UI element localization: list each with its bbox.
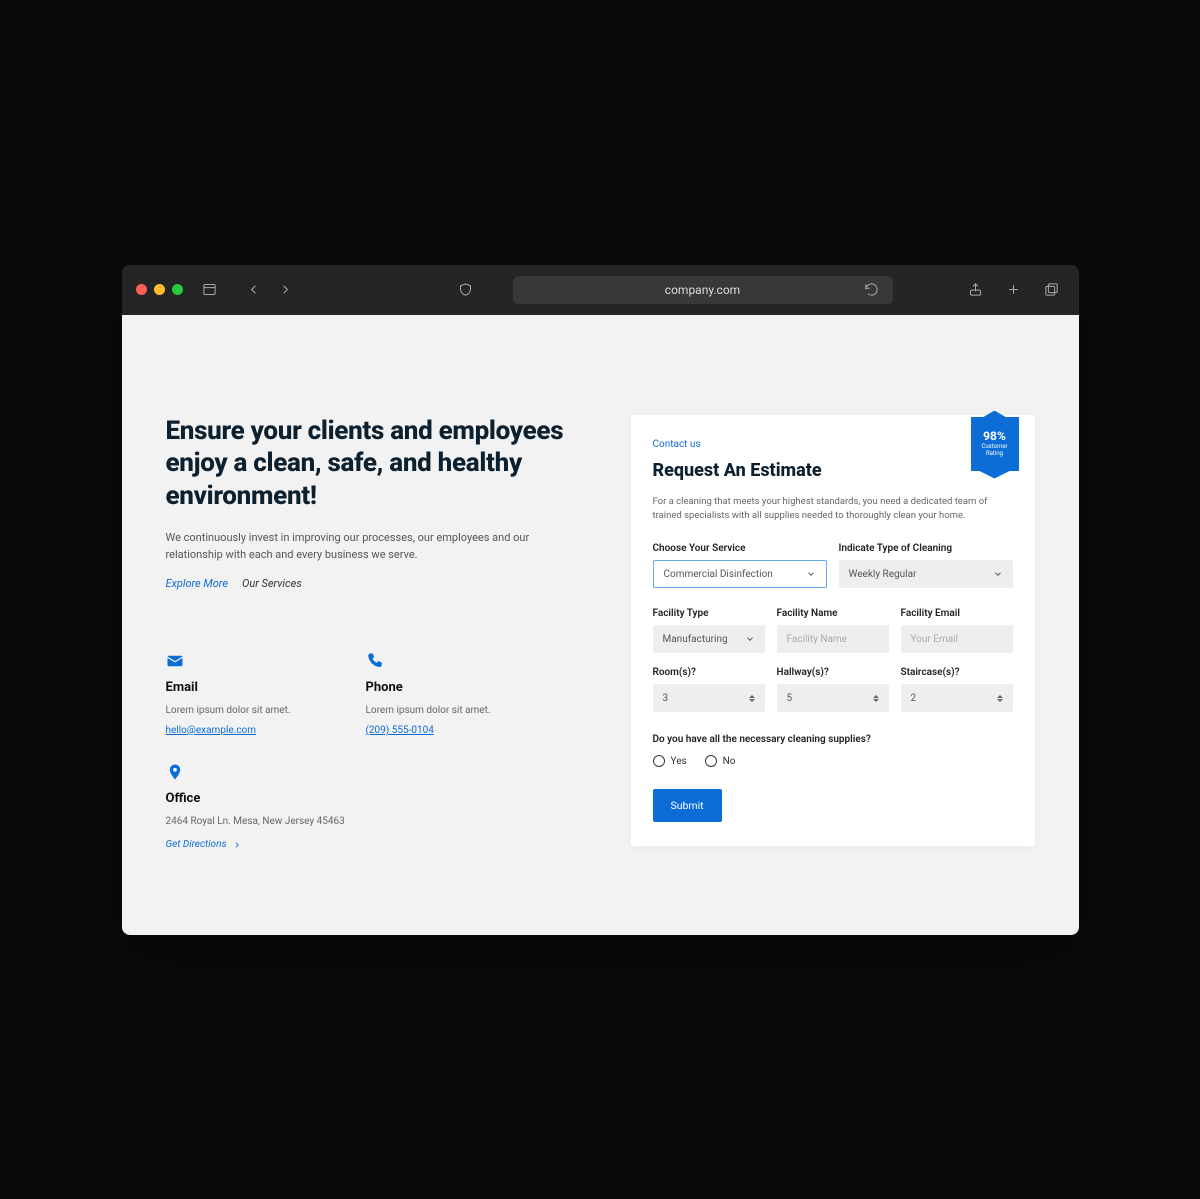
browser-window: company.com Ensure your clients and empl… bbox=[122, 265, 1079, 935]
forward-button[interactable] bbox=[273, 277, 299, 303]
rooms-label: Room(s)? bbox=[653, 667, 765, 678]
explore-more-link[interactable]: Explore More bbox=[166, 577, 228, 590]
service-label: Choose Your Service bbox=[653, 543, 827, 554]
service-select-value: Commercial Disinfection bbox=[664, 569, 773, 580]
facility-email-placeholder: Your Email bbox=[911, 634, 959, 645]
submit-button[interactable]: Submit bbox=[653, 789, 722, 822]
shield-icon[interactable] bbox=[453, 277, 479, 303]
page-viewport: Ensure your clients and employees enjoy … bbox=[122, 315, 1079, 935]
yes-label: Yes bbox=[671, 756, 687, 767]
hallways-stepper[interactable]: 5 bbox=[777, 684, 889, 712]
our-services-link[interactable]: Our Services bbox=[242, 577, 302, 590]
contact-email-desc: Lorem ipsum dolor sit amet. bbox=[166, 703, 346, 718]
facility-name-label: Facility Name bbox=[777, 608, 889, 619]
staircases-label: Staircase(s)? bbox=[901, 667, 1013, 678]
radio-ring-icon bbox=[653, 755, 665, 767]
facility-type-select[interactable]: Manufacturing bbox=[653, 625, 765, 653]
url-text: company.com bbox=[665, 283, 740, 297]
stepper-controls[interactable] bbox=[749, 695, 755, 702]
contact-office-title: Office bbox=[166, 791, 366, 806]
stepper-controls[interactable] bbox=[997, 695, 1003, 702]
form-description: For a cleaning that meets your highest s… bbox=[653, 495, 1013, 524]
no-label: No bbox=[723, 756, 736, 767]
supplies-no-radio[interactable]: No bbox=[705, 755, 736, 767]
contact-phone-desc: Lorem ipsum dolor sit amet. bbox=[366, 703, 546, 718]
cleaning-type-select[interactable]: Weekly Regular bbox=[839, 560, 1013, 588]
contact-email-card: Email Lorem ipsum dolor sit amet. hello@… bbox=[166, 652, 346, 737]
contact-email-link[interactable]: hello@example.com bbox=[166, 725, 257, 736]
hero-subtext: We continuously invest in improving our … bbox=[166, 530, 586, 563]
share-button[interactable] bbox=[963, 277, 989, 303]
contact-email-title: Email bbox=[166, 680, 346, 695]
reload-button[interactable] bbox=[859, 277, 885, 303]
hallways-label: Hallway(s)? bbox=[777, 667, 889, 678]
form-title: Request An Estimate bbox=[653, 460, 1013, 481]
rating-badge: 98% CustomerRating bbox=[971, 417, 1019, 471]
supplies-question: Do you have all the necessary cleaning s… bbox=[653, 734, 1013, 745]
supplies-yes-radio[interactable]: Yes bbox=[653, 755, 687, 767]
email-icon bbox=[166, 652, 184, 670]
traffic-lights bbox=[136, 284, 183, 295]
browser-chrome: company.com bbox=[122, 265, 1079, 315]
estimate-form-card: 98% CustomerRating Contact us Request An… bbox=[631, 415, 1035, 847]
window-maximize-button[interactable] bbox=[172, 284, 183, 295]
chevron-down-icon bbox=[993, 569, 1003, 579]
sidebar-toggle-button[interactable] bbox=[197, 277, 223, 303]
facility-email-label: Facility Email bbox=[901, 608, 1013, 619]
phone-icon bbox=[366, 652, 384, 670]
staircases-stepper[interactable]: 2 bbox=[901, 684, 1013, 712]
get-directions-label: Get Directions bbox=[166, 839, 227, 850]
stepper-controls[interactable] bbox=[873, 695, 879, 702]
facility-email-input[interactable]: Your Email bbox=[901, 625, 1013, 653]
radio-ring-icon bbox=[705, 755, 717, 767]
tabs-overview-button[interactable] bbox=[1039, 277, 1065, 303]
cleaning-type-value: Weekly Regular bbox=[849, 569, 917, 580]
hallways-value: 5 bbox=[787, 693, 793, 704]
hero-section: Ensure your clients and employees enjoy … bbox=[166, 415, 591, 851]
window-minimize-button[interactable] bbox=[154, 284, 165, 295]
chevron-right-icon bbox=[232, 840, 242, 850]
back-button[interactable] bbox=[241, 277, 267, 303]
get-directions-link[interactable]: Get Directions bbox=[166, 839, 366, 850]
rooms-value: 3 bbox=[663, 693, 669, 704]
facility-type-label: Facility Type bbox=[653, 608, 765, 619]
form-eyebrow: Contact us bbox=[653, 439, 1013, 450]
facility-name-placeholder: Facility Name bbox=[787, 634, 847, 645]
contact-phone-title: Phone bbox=[366, 680, 546, 695]
page-headline: Ensure your clients and employees enjoy … bbox=[166, 415, 591, 513]
service-select[interactable]: Commercial Disinfection bbox=[653, 560, 827, 588]
window-close-button[interactable] bbox=[136, 284, 147, 295]
location-pin-icon bbox=[166, 763, 184, 781]
contact-phone-card: Phone Lorem ipsum dolor sit amet. (209) … bbox=[366, 652, 546, 737]
rating-value: 98% bbox=[983, 430, 1006, 442]
facility-name-input[interactable]: Facility Name bbox=[777, 625, 889, 653]
contact-grid: Email Lorem ipsum dolor sit amet. hello@… bbox=[166, 652, 546, 850]
contact-office-card: Office 2464 Royal Ln. Mesa, New Jersey 4… bbox=[166, 763, 366, 850]
chevron-down-icon bbox=[745, 634, 755, 644]
new-tab-button[interactable] bbox=[1001, 277, 1027, 303]
chevron-down-icon bbox=[806, 569, 816, 579]
url-bar[interactable]: company.com bbox=[513, 276, 893, 304]
rooms-stepper[interactable]: 3 bbox=[653, 684, 765, 712]
contact-office-address: 2464 Royal Ln. Mesa, New Jersey 45463 bbox=[166, 814, 366, 829]
rating-label-2: Rating bbox=[986, 450, 1003, 457]
cleaning-type-label: Indicate Type of Cleaning bbox=[839, 543, 1013, 554]
staircases-value: 2 bbox=[911, 693, 917, 704]
facility-type-value: Manufacturing bbox=[663, 634, 728, 645]
contact-phone-link[interactable]: (209) 555-0104 bbox=[366, 725, 434, 736]
